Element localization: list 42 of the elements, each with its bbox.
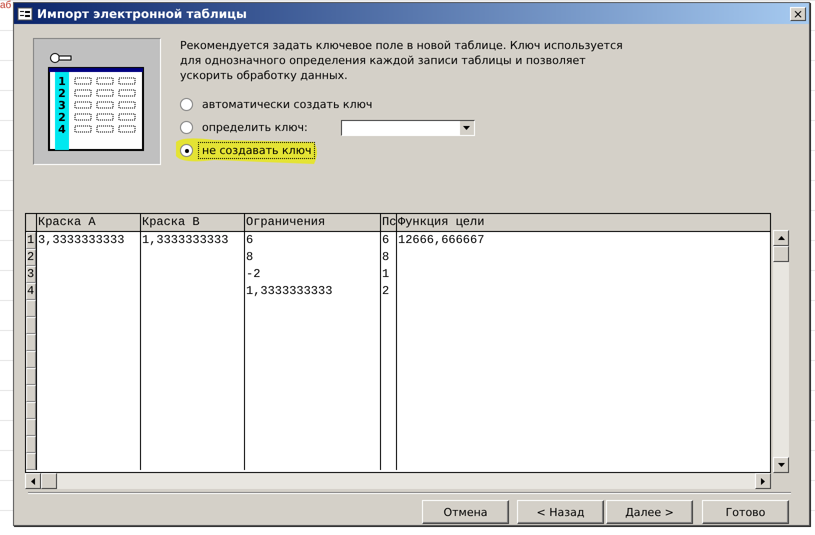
- row-selector[interactable]: [26, 419, 36, 436]
- caret-icon: [463, 126, 470, 130]
- up-arrow-icon: [778, 236, 784, 240]
- row-selector[interactable]: [26, 436, 36, 453]
- scroll-up-button[interactable]: [773, 230, 789, 246]
- row-selector[interactable]: [26, 385, 36, 402]
- horizontal-scrollbar[interactable]: [25, 473, 771, 489]
- scroll-down-button[interactable]: [773, 457, 789, 473]
- row-selector[interactable]: [26, 300, 36, 317]
- scroll-right-button[interactable]: [755, 473, 771, 489]
- row-selector[interactable]: [26, 368, 36, 385]
- scroll-thumb[interactable]: [773, 246, 789, 262]
- left-arrow-icon: [31, 478, 35, 484]
- sheet-text: аб: [0, 0, 12, 11]
- form-icon: [17, 6, 33, 20]
- close-button[interactable]: ×: [790, 6, 806, 20]
- radio-button[interactable]: [180, 98, 193, 111]
- scroll-thumb[interactable]: [41, 473, 57, 489]
- row-selector[interactable]: [26, 317, 36, 334]
- finish-button[interactable]: Готово: [702, 500, 789, 524]
- description-text: Рекомендуется задать ключевое поле в новой таблице. Ключ используется для однозначного определения каждой записи таблицы и позволяет ускорить обработку данных.: [180, 38, 624, 83]
- row-selector[interactable]: 4: [26, 283, 36, 300]
- row-selector[interactable]: 3: [26, 266, 36, 283]
- row-selector[interactable]: [26, 351, 36, 368]
- next-button[interactable]: Далее >: [606, 500, 693, 524]
- cancel-button[interactable]: Отмена: [422, 500, 509, 524]
- column-header: Пс: [380, 214, 396, 231]
- option-label[interactable]: автоматически создать ключ: [199, 97, 376, 112]
- window-title: Импорт электронной таблицы: [37, 6, 248, 20]
- key-dropdown[interactable]: [340, 120, 475, 136]
- back-button[interactable]: < Назад: [517, 500, 604, 524]
- down-arrow-icon: [778, 463, 784, 467]
- option-label[interactable]: определить ключ:: [199, 120, 311, 135]
- row-selector[interactable]: 1: [26, 232, 36, 249]
- row-selector[interactable]: 2: [26, 249, 36, 266]
- scroll-left-button[interactable]: [25, 473, 41, 489]
- vertical-scrollbar[interactable]: [773, 230, 789, 473]
- right-arrow-icon: [761, 478, 765, 484]
- row-selector[interactable]: [26, 453, 36, 470]
- radio-button[interactable]: [180, 121, 193, 134]
- row-selector[interactable]: [26, 334, 36, 351]
- row-selector[interactable]: [26, 402, 36, 419]
